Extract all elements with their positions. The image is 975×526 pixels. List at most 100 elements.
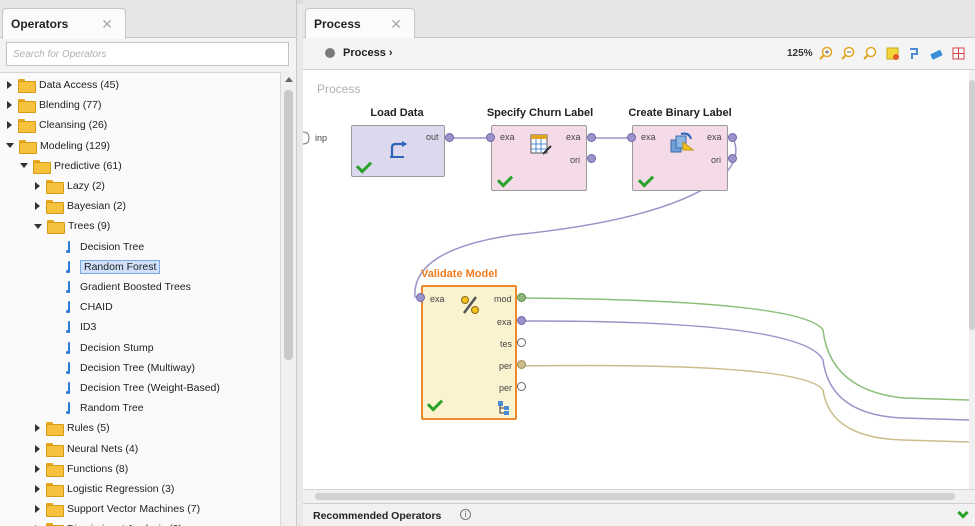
operators-panel: Operators ✕ Data Access (45) Blending (77… [0, 0, 297, 526]
recommended-operators-label: Recommended Operators [313, 510, 442, 522]
operator-specify-churn-label[interactable]: exa exa ori [491, 125, 587, 191]
port-mod[interactable] [517, 293, 526, 302]
port-per-1[interactable] [517, 360, 526, 369]
grid-icon[interactable] [951, 46, 966, 61]
canvas-hscroll-thumb[interactable] [315, 493, 955, 500]
expand-arrow-closed-icon[interactable] [35, 424, 40, 433]
auto-wire-icon[interactable] [907, 46, 922, 61]
info-icon[interactable]: i [460, 509, 471, 520]
port-exa-in[interactable] [627, 133, 636, 142]
canvas-vscroll-thumb[interactable] [969, 80, 975, 330]
eraser-icon[interactable] [929, 46, 944, 61]
scroll-up-arrow-icon[interactable] [285, 77, 293, 82]
category-folder-item[interactable]: Data Access (45) [6, 76, 119, 94]
expand-arrow-closed-icon[interactable] [35, 485, 40, 493]
operator-list-item[interactable]: Decision Tree (Multiway) [66, 359, 195, 377]
category-folder-item[interactable]: Neural Nets (4) [34, 440, 138, 458]
breadcrumb[interactable]: Process › [325, 47, 393, 59]
expand-arrow-closed-icon[interactable] [35, 444, 40, 453]
recommended-operators-bar[interactable]: Recommended Operators i [303, 503, 975, 526]
search-operators-input[interactable] [6, 42, 289, 66]
operators-scrollbar[interactable] [280, 72, 296, 526]
expand-arrow-open-icon[interactable] [6, 143, 14, 149]
operator-list-item[interactable]: Random Forest [66, 258, 161, 276]
port-exa-out[interactable] [587, 133, 596, 142]
zoom-fit-icon[interactable] [863, 46, 878, 61]
operator-load-data[interactable]: out [351, 125, 445, 177]
port-exa-out[interactable] [517, 316, 526, 325]
category-folder-item[interactable]: Modeling (129) [6, 137, 110, 155]
chevron-down-icon[interactable] [957, 507, 969, 519]
operator-create-binary-label[interactable]: exa exa ori [632, 125, 728, 191]
canvas-vertical-scrollbar[interactable] [969, 70, 975, 489]
expand-arrow-closed-icon[interactable] [7, 81, 12, 89]
tab-operators[interactable]: Operators ✕ [2, 8, 126, 39]
retrieve-icon [390, 141, 407, 158]
category-folder-item[interactable]: Functions (8) [34, 460, 128, 478]
port-tes[interactable] [517, 338, 526, 347]
category-folder-item[interactable]: Rules (5) [34, 419, 110, 437]
port-ori[interactable] [587, 154, 596, 163]
port-out[interactable] [445, 133, 454, 142]
operator-validate-model[interactable]: exa mod exa tes per per [421, 285, 517, 420]
tree-item-label: Cleansing (26) [39, 119, 108, 132]
operators-scroll-thumb[interactable] [284, 90, 293, 360]
expand-arrow-closed-icon[interactable] [35, 202, 40, 211]
expand-arrow-closed-icon[interactable] [7, 121, 12, 130]
operator-title-validate-model: Validate Model [421, 268, 498, 280]
category-folder-item[interactable]: Cleansing (26) [6, 116, 107, 134]
folder-icon [18, 119, 36, 134]
operator-list-item[interactable]: Decision Tree [66, 238, 144, 256]
process-tabbar: Process ✕ [303, 0, 975, 39]
subprocess-icon[interactable] [497, 400, 511, 416]
folder-icon [46, 422, 64, 437]
port-per-2[interactable] [517, 382, 526, 391]
close-icon[interactable]: ✕ [390, 16, 402, 33]
zoom-in-icon[interactable] [819, 46, 834, 61]
expand-arrow-open-icon[interactable] [20, 163, 28, 169]
category-folder-item[interactable]: Lazy (2) [34, 177, 105, 195]
note-icon[interactable] [885, 46, 900, 61]
tree-item-label: CHAID [80, 301, 113, 314]
tab-process[interactable]: Process ✕ [305, 8, 415, 39]
expand-arrow-closed-icon[interactable] [7, 101, 12, 110]
expand-arrow-closed-icon[interactable] [35, 464, 40, 473]
category-folder-item[interactable]: Support Vector Machines (7) [34, 500, 200, 518]
expand-arrow-open-icon[interactable] [34, 223, 42, 229]
operator-leaf-icon [66, 382, 72, 394]
tree-item-label: Gradient Boosted Trees [80, 281, 191, 293]
operator-list-item[interactable]: CHAID [66, 298, 113, 316]
tree-item-label: Support Vector Machines (7) [67, 503, 201, 516]
category-folder-item[interactable]: Logistic Regression (3) [34, 480, 174, 498]
category-folder-item[interactable]: Blending (77) [6, 96, 101, 114]
operator-title-specify-churn: Specify Churn Label [486, 107, 594, 119]
tree-item-label: Random Forest [80, 259, 161, 274]
zoom-out-icon[interactable] [841, 46, 856, 61]
port-ori[interactable] [728, 154, 737, 163]
operator-list-item[interactable]: Random Tree [66, 399, 144, 417]
expand-arrow-closed-icon[interactable] [35, 505, 40, 514]
port-label-exa-out: exa [707, 132, 722, 142]
operator-list-item[interactable]: Gradient Boosted Trees [66, 278, 191, 296]
tree-item-label: Decision Tree (Multiway) [80, 361, 195, 374]
operator-list-item[interactable]: Decision Tree (Weight-Based) [66, 379, 220, 397]
process-icon [325, 48, 335, 58]
category-folder-item[interactable]: Trees (9) [34, 217, 110, 235]
operator-leaf-icon [66, 321, 72, 334]
port-exa-in[interactable] [486, 133, 495, 142]
folder-icon [46, 483, 64, 497]
close-icon[interactable]: ✕ [101, 16, 113, 33]
port-exa-out[interactable] [728, 133, 737, 142]
category-folder-item[interactable]: Bayesian (2) [34, 197, 126, 215]
port-exa-in[interactable] [416, 293, 425, 302]
tree-item-label: Modeling (129) [40, 139, 111, 152]
category-folder-item[interactable]: Predictive (61) [20, 157, 122, 175]
expand-arrow-closed-icon[interactable] [35, 182, 40, 190]
canvas-horizontal-scrollbar[interactable] [303, 489, 975, 503]
port-label-mod: mod [494, 294, 512, 304]
operator-list-item[interactable]: Decision Stump [66, 339, 154, 357]
tab-operators-label: Operators [11, 17, 69, 31]
category-folder-item[interactable]: Discriminant Analysis (3) [34, 520, 182, 526]
process-canvas[interactable]: Process inp Load Data out Specify Churn … [303, 70, 969, 489]
operator-list-item[interactable]: ID3 [66, 318, 96, 336]
